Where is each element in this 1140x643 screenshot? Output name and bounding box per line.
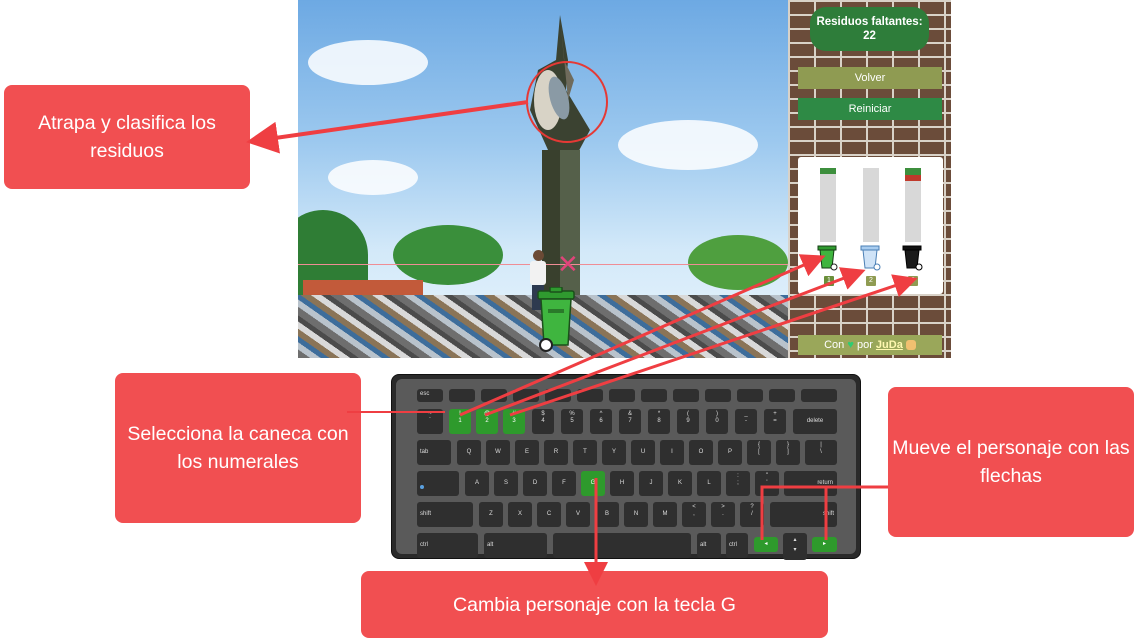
annotation-arrows — [246, 100, 918, 586]
arrow-to-catch-callout — [246, 100, 529, 154]
arrow-key1-to-bin1 — [459, 254, 826, 417]
arrow-key2-to-bin2 — [484, 267, 866, 417]
arrow-key3-to-bin3 — [509, 274, 918, 417]
